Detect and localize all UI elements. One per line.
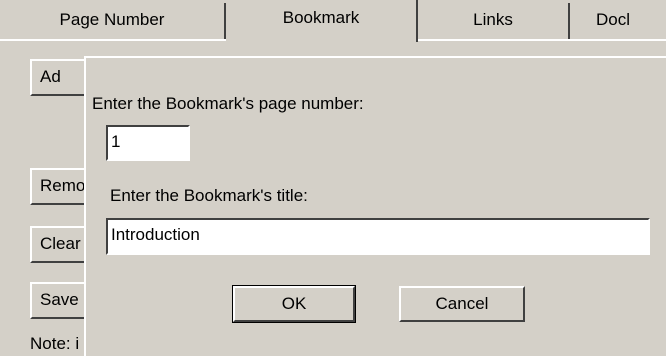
bookmark-dialog: Enter the Bookmark's page number: 1 Ente…: [84, 56, 666, 356]
tab-page-number[interactable]: Page Number: [0, 3, 226, 39]
cancel-button[interactable]: Cancel: [399, 286, 525, 322]
title-label: Enter the Bookmark's title:: [110, 186, 308, 205]
ok-button[interactable]: OK: [232, 285, 356, 323]
page-number-label: Enter the Bookmark's page number:: [92, 94, 364, 113]
title-input[interactable]: Introduction: [106, 218, 650, 255]
note-text: Note: i: [30, 334, 80, 353]
page-number-input[interactable]: 1: [106, 125, 190, 161]
tab-label: Bookmark: [282, 8, 360, 27]
tab-divider: [0, 39, 226, 41]
tab-bar: Page Number Bookmark Links Docl: [0, 0, 666, 42]
tab-label: Docl: [596, 10, 631, 29]
tab-label: Links: [473, 10, 513, 29]
tab-document[interactable]: Docl: [570, 3, 666, 39]
tab-divider: [418, 39, 666, 41]
tab-links[interactable]: Links: [418, 3, 570, 39]
tab-bookmark[interactable]: Bookmark: [226, 0, 418, 42]
tab-label: Page Number: [59, 10, 165, 29]
